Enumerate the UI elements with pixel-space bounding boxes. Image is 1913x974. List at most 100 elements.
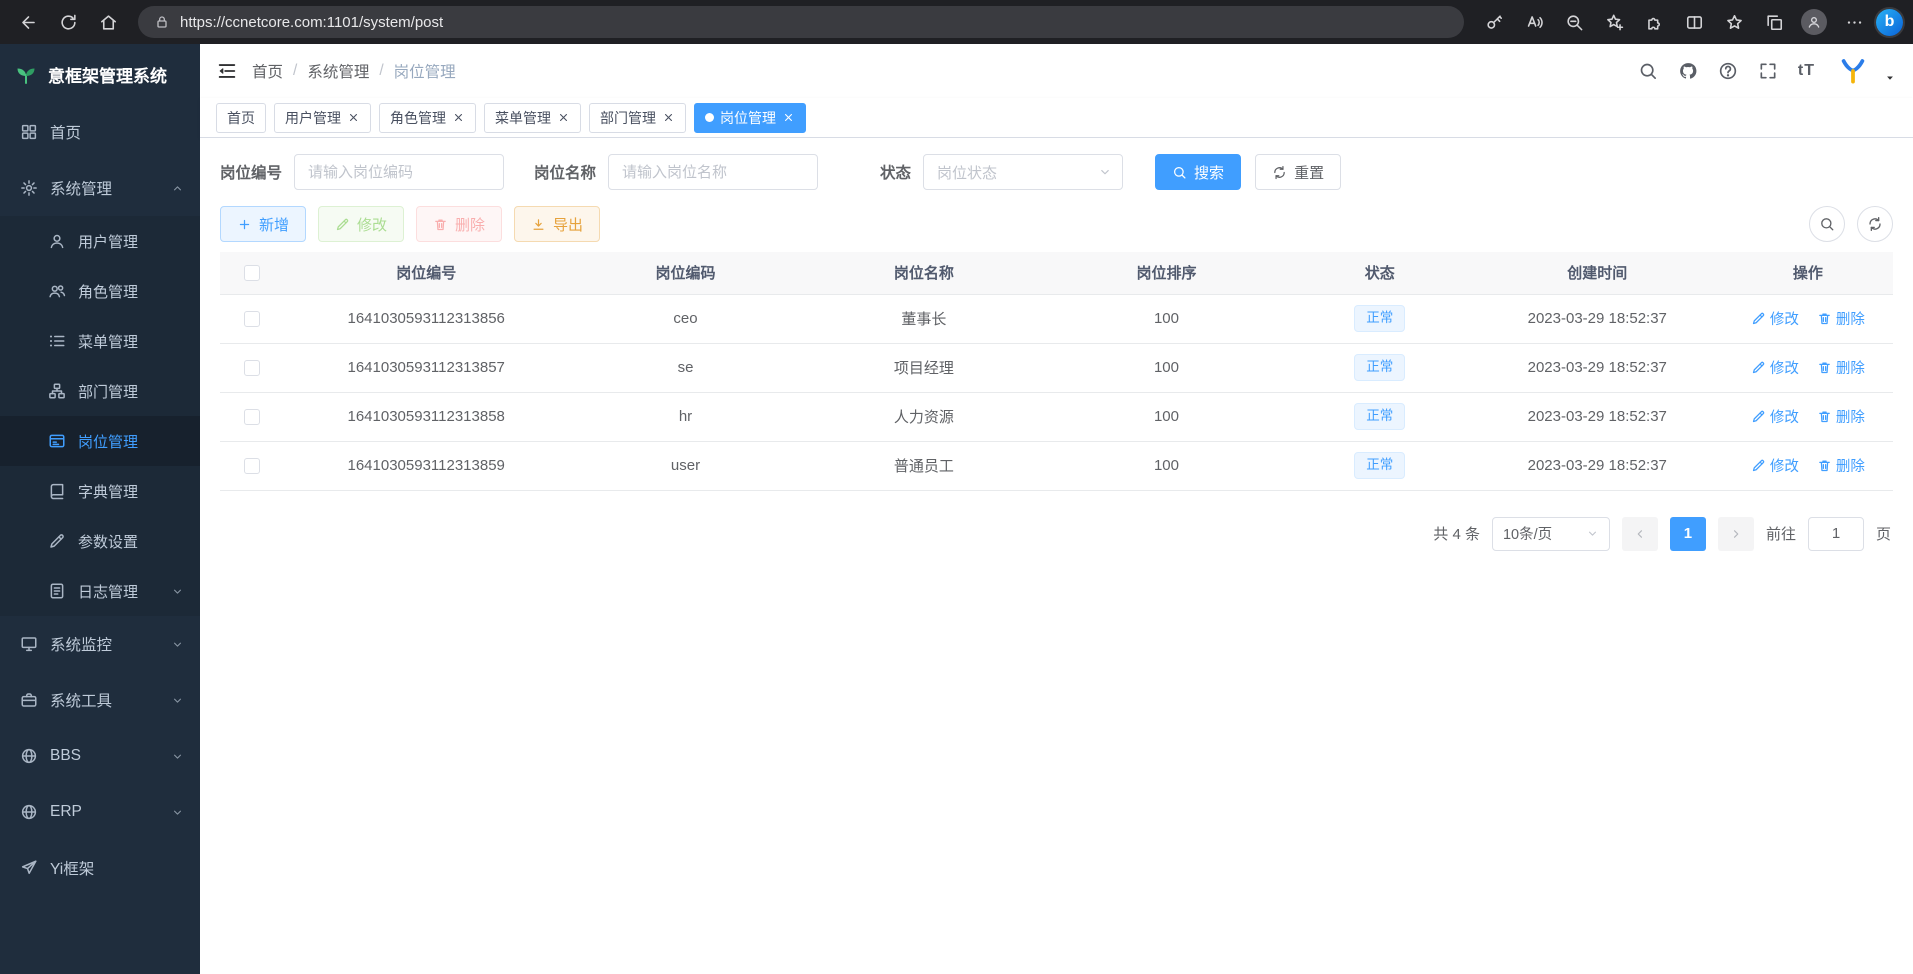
zoom-out-button[interactable] — [1556, 5, 1592, 39]
tab-岗位管理[interactable]: 岗位管理 — [694, 103, 806, 133]
sidebar-item-yi[interactable]: Yi框架 — [0, 840, 200, 896]
sidebar-item-dict[interactable]: 字典管理 — [0, 466, 200, 516]
delete-button[interactable]: 删除 — [416, 206, 502, 242]
action-label: 删除 — [1836, 357, 1865, 378]
status-cell: 正常 — [1288, 441, 1472, 490]
export-button[interactable]: 导出 — [514, 206, 600, 242]
tab-首页[interactable]: 首页 — [216, 103, 266, 133]
page-size-select[interactable]: 10条/页 — [1492, 517, 1610, 551]
row-edit-link[interactable]: 修改 — [1751, 406, 1799, 427]
header-search-icon[interactable] — [1638, 61, 1658, 81]
sidebar-item-erp[interactable]: ERP — [0, 784, 200, 840]
show-search-toggle-button[interactable] — [1809, 206, 1845, 242]
sidebar-item-bbs[interactable]: BBS — [0, 728, 200, 784]
status-select[interactable]: 岗位状态 — [923, 154, 1123, 190]
read-aloud-button[interactable] — [1516, 5, 1552, 39]
extensions-button[interactable] — [1636, 5, 1672, 39]
tab-close-icon[interactable] — [782, 111, 795, 124]
search-button[interactable]: 搜索 — [1155, 154, 1241, 190]
row-delete-link[interactable]: 删除 — [1817, 308, 1865, 329]
table-header-checkbox-cell — [220, 252, 284, 294]
gear-icon — [20, 179, 38, 197]
favorites-button[interactable] — [1716, 5, 1752, 39]
edit-button[interactable]: 修改 — [318, 206, 404, 242]
sidebar-item-monitor[interactable]: 系统监控 — [0, 616, 200, 672]
chevron-down-icon — [1586, 527, 1599, 540]
search-button-label: 搜索 — [1194, 162, 1224, 183]
tab-用户管理[interactable]: 用户管理 — [274, 103, 371, 133]
table-body: 1641030593112313856ceo董事长100正常2023-03-29… — [220, 294, 1893, 490]
row-delete-link[interactable]: 删除 — [1817, 357, 1865, 378]
row-checkbox[interactable] — [244, 458, 260, 474]
select-all-checkbox[interactable] — [244, 265, 260, 281]
post-id: 1641030593112313856 — [284, 294, 568, 343]
page-number-button[interactable]: 1 — [1670, 517, 1706, 551]
tab-部门管理[interactable]: 部门管理 — [589, 103, 686, 133]
tab-角色管理[interactable]: 角色管理 — [379, 103, 476, 133]
collections-button[interactable] — [1756, 5, 1792, 39]
app-logo[interactable]: 意框架管理系统 — [0, 44, 200, 104]
refresh-table-button[interactable] — [1857, 206, 1893, 242]
sidebar-item-role[interactable]: 角色管理 — [0, 266, 200, 316]
fullscreen-icon[interactable] — [1758, 61, 1778, 81]
sidebar-item-menu[interactable]: 菜单管理 — [0, 316, 200, 366]
sidebar-item-system[interactable]: 系统管理 — [0, 160, 200, 216]
pencil-icon — [48, 532, 66, 550]
browser-home-button[interactable] — [90, 5, 126, 39]
post-code-input[interactable] — [294, 154, 504, 190]
add-favorite-button[interactable] — [1596, 5, 1632, 39]
row-checkbox[interactable] — [244, 311, 260, 327]
sidebar-item-log[interactable]: 日志管理 — [0, 566, 200, 616]
tab-close-icon[interactable] — [347, 111, 360, 124]
browser-refresh-button[interactable] — [50, 5, 86, 39]
row-edit-link[interactable]: 修改 — [1751, 308, 1799, 329]
password-key-button[interactable] — [1476, 5, 1512, 39]
github-icon[interactable] — [1678, 61, 1698, 81]
help-icon[interactable] — [1718, 61, 1738, 81]
tab-close-icon[interactable] — [662, 111, 675, 124]
chevron-right-icon — [1729, 527, 1743, 541]
bing-icon[interactable]: b — [1876, 9, 1903, 36]
tab-close-icon[interactable] — [452, 111, 465, 124]
post-name-input[interactable] — [608, 154, 818, 190]
user-menu-caret-icon[interactable] — [1883, 71, 1897, 85]
next-page-button[interactable] — [1718, 517, 1754, 551]
sidebar-item-tools[interactable]: 系统工具 — [0, 672, 200, 728]
text-size-toggle[interactable]: tT — [1798, 62, 1815, 80]
goto-page-input[interactable] — [1808, 517, 1864, 551]
sidebar-item-user[interactable]: 用户管理 — [0, 216, 200, 266]
row-edit-link[interactable]: 修改 — [1751, 455, 1799, 476]
row-checkbox[interactable] — [244, 409, 260, 425]
address-bar[interactable]: https://ccnetcore.com:1101/system/post — [138, 6, 1464, 38]
action-label: 修改 — [1770, 406, 1799, 427]
browser-menu-button[interactable] — [1836, 5, 1872, 39]
sidebar-item-home[interactable]: 首页 — [0, 104, 200, 160]
breadcrumb-home[interactable]: 首页 — [252, 60, 283, 82]
key-icon — [1485, 13, 1504, 32]
sidebar-menu: 首页系统管理用户管理角色管理菜单管理部门管理岗位管理字典管理参数设置日志管理系统… — [0, 104, 200, 896]
prev-page-button[interactable] — [1622, 517, 1658, 551]
tab-close-icon[interactable] — [557, 111, 570, 124]
sidebar-item-param[interactable]: 参数设置 — [0, 516, 200, 566]
user-avatar[interactable] — [1835, 53, 1871, 89]
grid-icon — [20, 123, 38, 141]
post-id: 1641030593112313858 — [284, 392, 568, 441]
browser-back-button[interactable] — [10, 5, 46, 39]
row-checkbox[interactable] — [244, 360, 260, 376]
reset-button[interactable]: 重置 — [1255, 154, 1341, 190]
sidebar-toggle-icon[interactable] — [216, 60, 238, 82]
edit-icon — [1751, 311, 1766, 326]
tab-菜单管理[interactable]: 菜单管理 — [484, 103, 581, 133]
browser-profile-button[interactable] — [1796, 5, 1832, 39]
row-delete-link[interactable]: 删除 — [1817, 455, 1865, 476]
sidebar-item-dept[interactable]: 部门管理 — [0, 366, 200, 416]
row-delete-link[interactable]: 删除 — [1817, 406, 1865, 427]
add-button[interactable]: 新增 — [220, 206, 306, 242]
split-screen-button[interactable] — [1676, 5, 1712, 39]
post-code-label: 岗位编号 — [220, 161, 282, 183]
sidebar-item-post[interactable]: 岗位管理 — [0, 416, 200, 466]
chevron-down-icon — [171, 638, 184, 651]
breadcrumb-system[interactable]: 系统管理 — [307, 60, 369, 82]
delete-icon — [1817, 409, 1832, 424]
row-edit-link[interactable]: 修改 — [1751, 357, 1799, 378]
